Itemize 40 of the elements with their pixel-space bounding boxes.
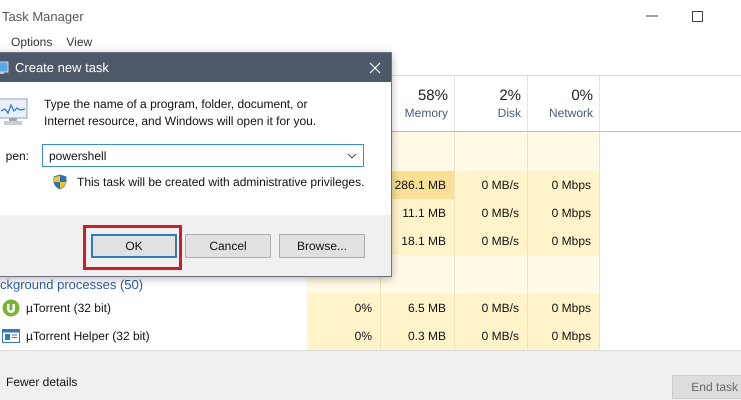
dialog-button[interactable]: OK [91, 234, 177, 258]
cpu-cell: 0% [307, 322, 381, 350]
dialog-description: Type the name of a program, folder, document, or Internet resource, and Windows will open it for you. [44, 96, 318, 130]
process-name: µTorrent Helper (32 bit) [26, 329, 150, 343]
disk-cell: 0 MB/s [455, 199, 528, 227]
memory-cell: 6.5 MB [381, 294, 455, 322]
table-cell [528, 255, 600, 294]
disk-cell: 0 MB/s [455, 322, 528, 350]
memory-cell: 0.3 MB [381, 322, 455, 350]
network-cell: 0 Mbps [528, 171, 600, 199]
shield-icon [53, 174, 67, 190]
menu-item[interactable]: Options [11, 35, 52, 49]
fewer-details-link[interactable]: Fewer details [0, 374, 78, 388]
dropdown-caret-icon[interactable] [347, 152, 357, 158]
disk-cell: 0 MB/s [455, 171, 528, 199]
maximize-icon[interactable] [692, 10, 703, 22]
column-header[interactable]: 2% Disk [455, 76, 528, 131]
dialog-button[interactable]: Cancel [185, 234, 271, 258]
end-task-button[interactable]: End task [672, 374, 741, 398]
column-header[interactable]: 0% Network [528, 76, 600, 131]
process-name: µTorrent (32 bit) [26, 301, 111, 315]
network-cell: 0 Mbps [528, 294, 600, 322]
dialog-title: Create new task [15, 60, 110, 75]
network-cell: 0 Mbps [528, 322, 600, 350]
monitor-icon [0, 96, 29, 128]
disk-cell: 0 MB/s [455, 227, 528, 255]
dialog-button[interactable]: Browse... [279, 234, 365, 258]
network-cell: 0 Mbps [528, 227, 600, 255]
network-cell: 0 Mbps [528, 199, 600, 227]
menu-item[interactable]: View [66, 35, 92, 49]
window-title: Task Manager [1, 8, 84, 24]
disk-cell: 0 MB/s [455, 294, 528, 322]
group-heading[interactable]: ckground processes (50) [0, 277, 144, 292]
minimize-icon[interactable] [646, 15, 658, 17]
privileges-note: This task will be created with administrative privileges. [77, 175, 364, 189]
close-icon[interactable] [369, 62, 381, 74]
open-label: pen: [4, 148, 29, 162]
table-cell [528, 132, 600, 171]
open-combo-field[interactable]: powershell [42, 144, 364, 167]
cpu-cell: 0% [307, 294, 381, 322]
